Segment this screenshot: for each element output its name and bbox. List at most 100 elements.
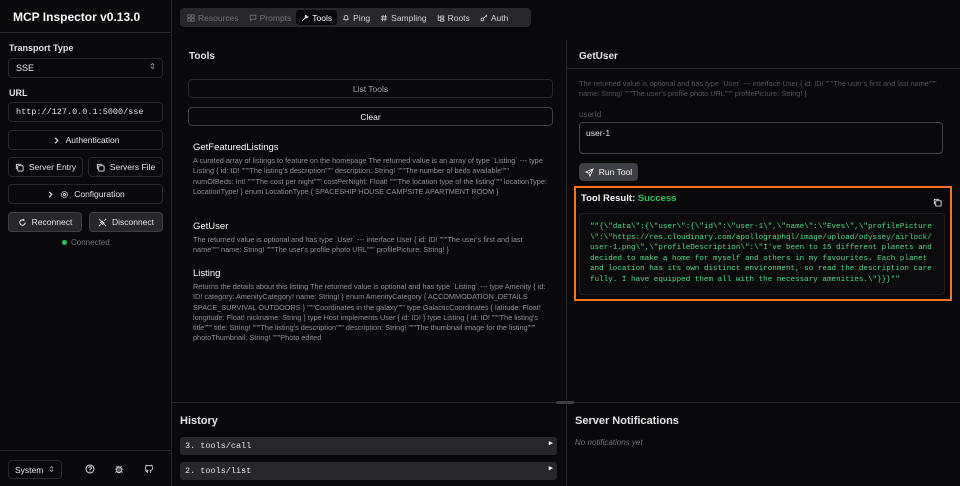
tab-label: Sampling: [391, 12, 427, 23]
transport-type-label: Transport Type: [9, 43, 74, 53]
play-icon: ▶: [548, 440, 553, 448]
authentication-button[interactable]: Authentication: [8, 130, 163, 150]
folder-tree-icon: [437, 14, 444, 22]
tool-description: A curated array of listings to feature o…: [193, 156, 547, 196]
tool-result-highlight: Tool Result: Success ""{\"data\":{\"user…: [574, 186, 952, 301]
clear-button[interactable]: Clear: [188, 107, 553, 126]
chevron-updown-icon: ⇕: [48, 465, 55, 474]
list-tools-button[interactable]: List Tools: [188, 79, 553, 98]
tool-result-status: Success: [637, 193, 677, 204]
help-icon[interactable]: [85, 464, 95, 474]
tool-item[interactable]: GetUser The returned value is optional a…: [193, 221, 548, 256]
tool-name: Listing: [193, 268, 221, 279]
tool-description: The returned value is optional and has t…: [193, 235, 523, 255]
tab-tools[interactable]: Tools: [296, 10, 338, 25]
rotate-icon: [19, 218, 26, 226]
tool-name: GetUser: [193, 221, 229, 232]
chevron-right-icon: [48, 190, 53, 198]
history-item-label: 2. tools/list: [185, 466, 252, 476]
tab-label: Prompts: [259, 12, 292, 23]
userid-value: user-1: [586, 128, 611, 138]
tab-auth[interactable]: Auth: [475, 10, 514, 25]
bug-icon[interactable]: [114, 464, 124, 474]
tools-icon: [302, 14, 310, 21]
tab-label: Roots: [447, 12, 470, 23]
status-dot-icon: [62, 240, 67, 245]
resize-handle[interactable]: [556, 401, 574, 404]
panel-divider: [566, 40, 567, 400]
play-icon: ▶: [548, 465, 553, 473]
tab-label: Resources: [198, 12, 239, 23]
servers-file-button[interactable]: Servers File: [88, 157, 163, 177]
notifications-empty: No notifications yet: [575, 438, 643, 447]
server-entry-label: Server Entry: [28, 162, 77, 172]
key-icon: [480, 14, 488, 21]
url-value: http://127.0.0.1:5000/sse: [16, 107, 144, 117]
authentication-label: Authentication: [65, 135, 120, 145]
bottom-panel-divider: [566, 403, 567, 486]
bell-icon: [343, 14, 350, 21]
server-entry-button[interactable]: Server Entry: [8, 157, 83, 177]
notifications-title: Server Notifications: [575, 415, 679, 427]
url-input[interactable]: http://127.0.0.1:5000/sse: [8, 102, 163, 122]
url-label: URL: [9, 88, 28, 98]
theme-select[interactable]: System ⇕: [8, 460, 62, 479]
chevron-updown-icon: ⇕: [149, 62, 156, 71]
chevron-right-icon: [54, 136, 59, 144]
hash-icon: [380, 14, 388, 21]
servers-file-label: Servers File: [109, 162, 156, 172]
tool-detail-divider: [567, 68, 960, 69]
tools-panel-title: Tools: [189, 51, 215, 62]
connection-status-text: Connected: [71, 238, 110, 247]
disconnect-label: Disconnect: [111, 217, 155, 227]
tool-description: Returns the details about this listing T…: [193, 282, 546, 343]
send-icon: [584, 167, 594, 177]
tab-bar: Resources Prompts Tools Ping Sampling Ro…: [180, 8, 531, 27]
tab-label: Auth: [490, 12, 509, 23]
history-item[interactable]: 2. tools/list ▶: [180, 462, 557, 480]
prompts-icon: [249, 14, 256, 22]
userid-input[interactable]: user-1: [579, 122, 943, 154]
param-label: userId: [579, 110, 602, 119]
history-item-label: 3. tools/call: [185, 441, 252, 451]
tools-list: GetFeaturedListings A curated array of l…: [188, 138, 558, 343]
connection-status: Connected: [62, 238, 110, 247]
tab-label: Tools: [312, 12, 333, 23]
copy-icon: [15, 163, 24, 172]
disconnect-button[interactable]: Disconnect: [89, 212, 163, 232]
tab-label: Ping: [353, 12, 371, 23]
gear-icon: [61, 190, 69, 198]
theme-value: System: [15, 464, 44, 475]
run-tool-button[interactable]: Run Tool: [579, 163, 638, 181]
tool-item[interactable]: Listing Returns the details about this l…: [193, 268, 548, 343]
tab-roots[interactable]: Roots: [432, 10, 475, 25]
configuration-button[interactable]: Configuration: [8, 184, 163, 204]
history-title: History: [180, 415, 218, 427]
tab-ping[interactable]: Ping: [337, 10, 375, 25]
reconnect-button[interactable]: Reconnect: [8, 212, 82, 232]
unplug-icon: [98, 218, 107, 226]
tool-result-output: ""{\"data\":{\"user\":{\"id\":\"user-1\"…: [579, 213, 945, 295]
copy-icon[interactable]: [933, 198, 942, 207]
sidebar-footer-divider: [0, 450, 172, 451]
sidebar: MCP Inspector v0.13.0 Transport Type SSE…: [0, 0, 172, 486]
resources-icon: [187, 13, 195, 22]
tool-result-label: Tool Result:: [581, 193, 636, 204]
transport-type-select[interactable]: SSE ⇕: [8, 58, 163, 78]
tool-detail-description: The returned value is optional and has t…: [579, 79, 937, 99]
run-tool-label: Run Tool: [598, 167, 633, 177]
tab-resources[interactable]: Resources: [182, 10, 244, 25]
history-item[interactable]: 3. tools/call ▶: [180, 437, 557, 455]
github-icon[interactable]: [144, 464, 154, 474]
tab-prompts[interactable]: Prompts: [244, 10, 297, 25]
reconnect-label: Reconnect: [31, 217, 73, 227]
tab-sampling[interactable]: Sampling: [375, 10, 431, 25]
copy-icon: [96, 163, 105, 172]
tool-detail-title: GetUser: [579, 51, 618, 62]
tool-result-heading: Tool Result: Success: [581, 193, 676, 204]
sidebar-divider: [0, 32, 172, 33]
tool-name: GetFeaturedListings: [193, 142, 279, 153]
transport-type-value: SSE: [16, 63, 35, 73]
tool-item[interactable]: GetFeaturedListings A curated array of l…: [193, 142, 548, 197]
configuration-label: Configuration: [74, 189, 125, 199]
